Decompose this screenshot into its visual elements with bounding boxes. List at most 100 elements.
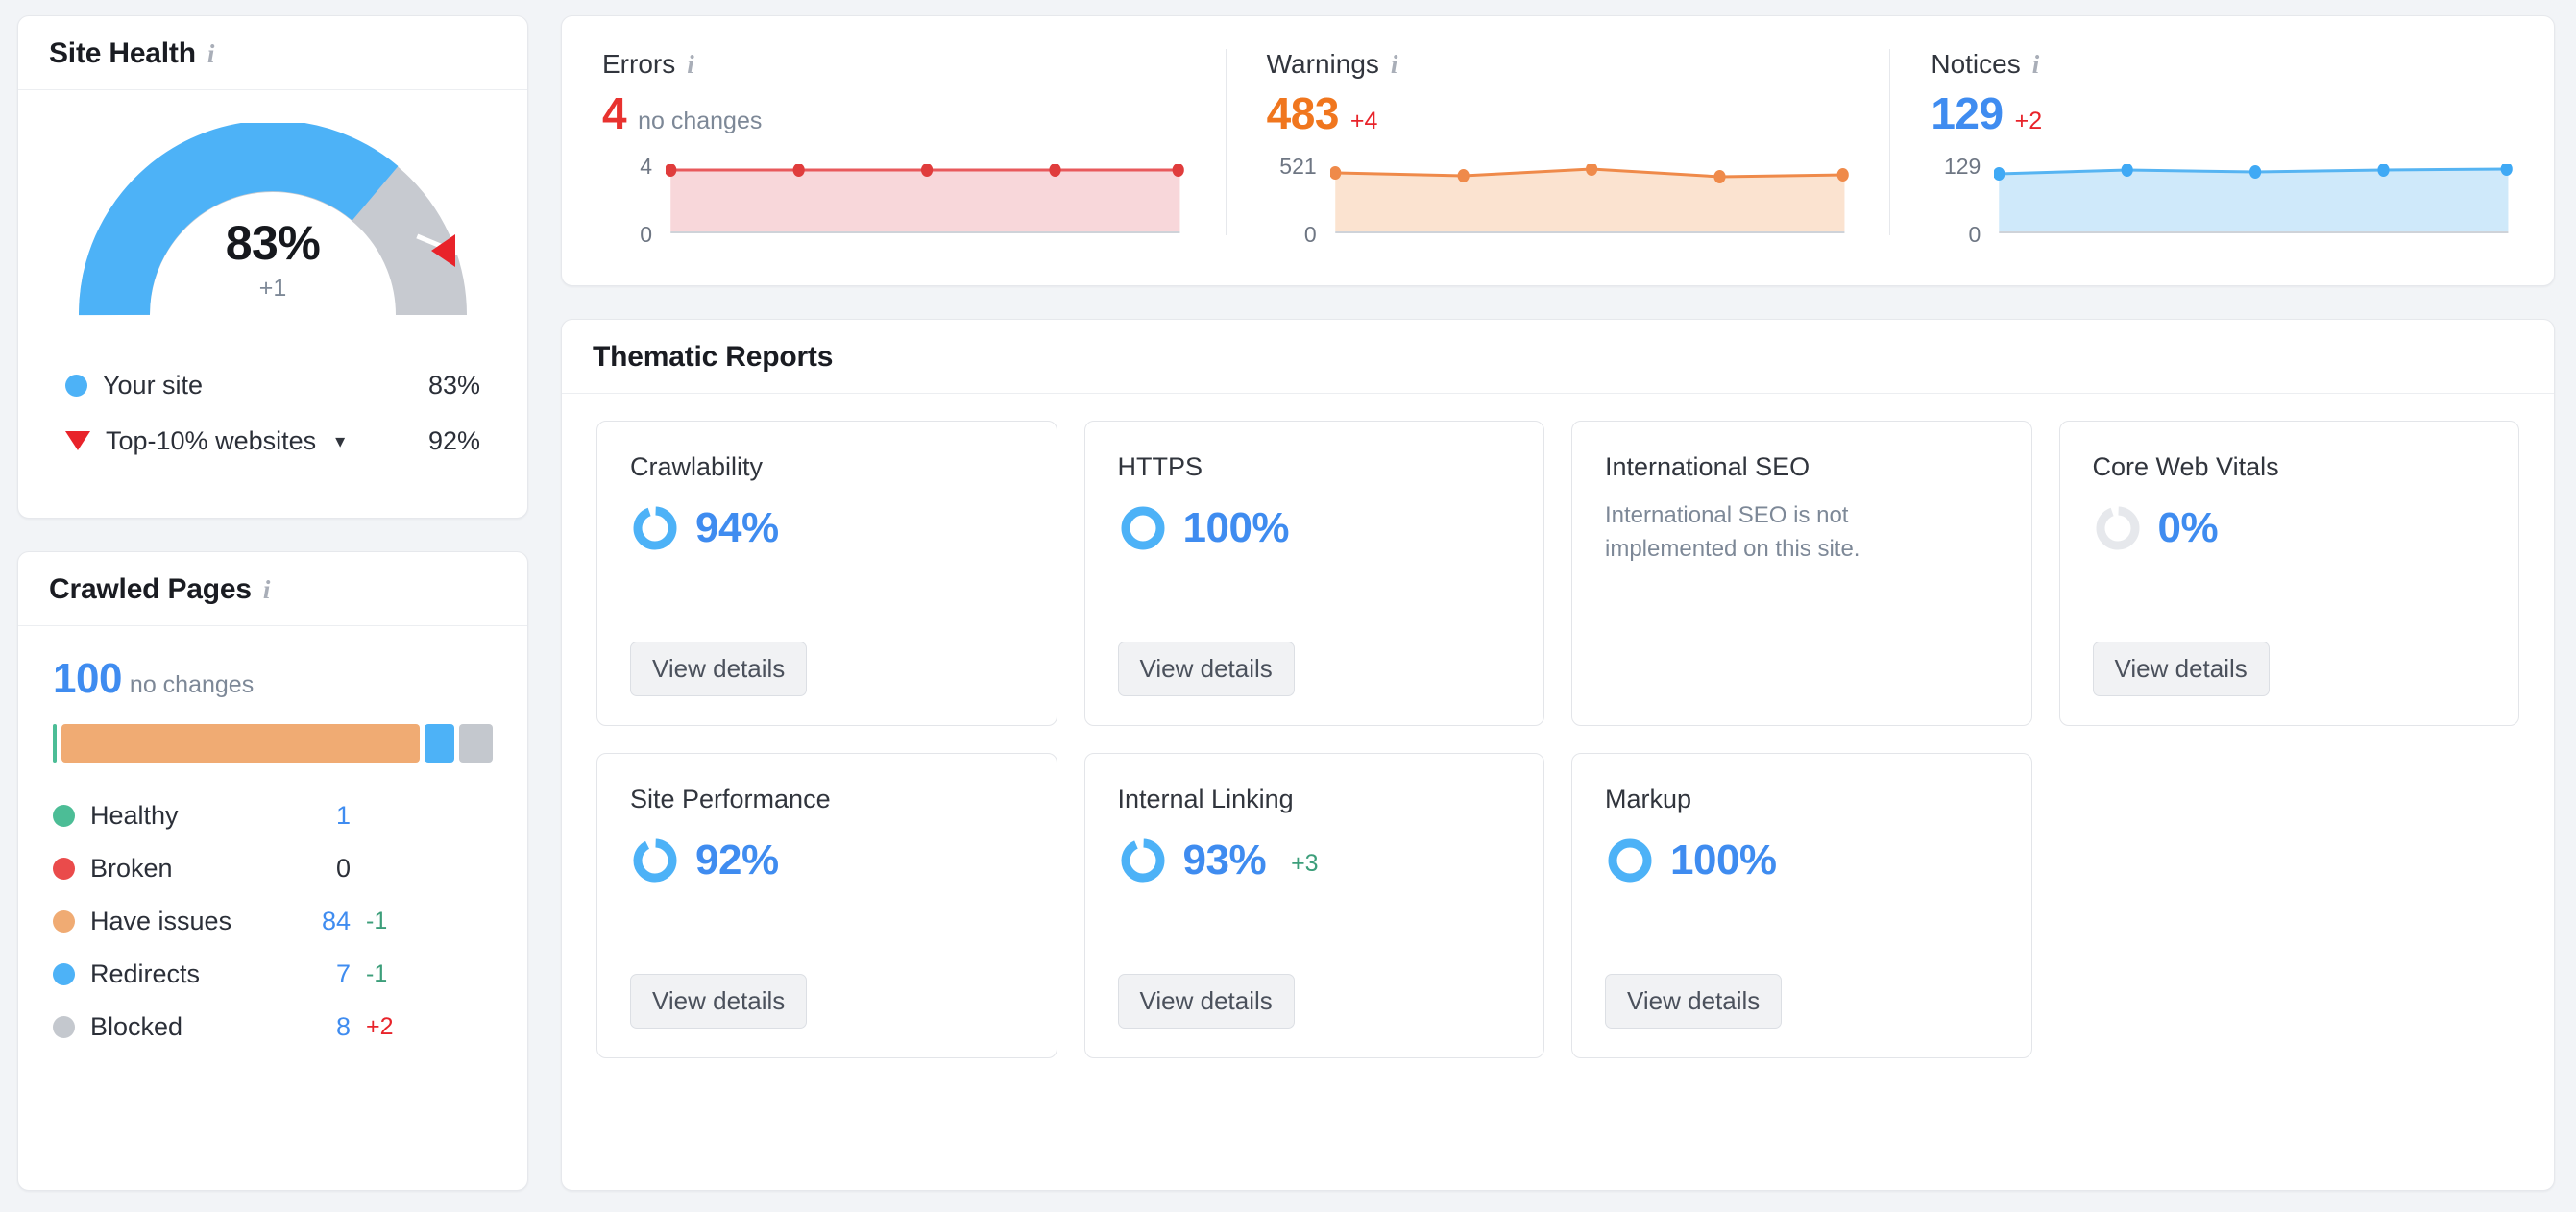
thematic-card-crawlability[interactable]: Crawlability 94% View details xyxy=(596,421,1057,726)
progress-ring-icon xyxy=(2096,506,2139,550)
crawled-label-blocked: Blocked xyxy=(90,1012,183,1041)
thematic-card-markup[interactable]: Markup 100% View details xyxy=(1571,753,2032,1058)
thematic-reports-card: Thematic Reports Crawlability 94% View d… xyxy=(561,319,2555,1191)
site-health-card: Site Health i 83% +1 Your site 83% Top-1… xyxy=(17,15,528,519)
broken-dot-icon xyxy=(53,858,75,880)
errors-count: 4 xyxy=(602,88,627,138)
view-details-button-https[interactable]: View details xyxy=(1117,642,1295,696)
crawled-row-blocked[interactable]: Blocked 8 +2 xyxy=(53,1001,493,1054)
errors-sparkline: 4 0 xyxy=(602,154,1185,247)
issue-panel-errors[interactable]: Errors i 4 no changes 4 0 xyxy=(562,49,1226,247)
warnings-header: Warnings i xyxy=(1267,49,1850,80)
crawled-pages-title: Crawled Pages xyxy=(49,573,252,605)
legend-row-top-10-websites[interactable]: Top-10% websites ▾ 92% xyxy=(65,413,480,469)
stack-segment-healthy[interactable] xyxy=(53,724,58,763)
legend-row-your-site: Your site 83% xyxy=(65,357,480,413)
progress-ring-icon xyxy=(633,506,677,550)
issues-summary-card: Errors i 4 no changes 4 0 Warnings i 483… xyxy=(561,15,2555,286)
notices-delta: +2 xyxy=(2014,108,2043,134)
notices-sparkline: 129 0 xyxy=(1931,154,2514,247)
errors-delta: no changes xyxy=(638,108,763,134)
thematic-score-https: 100% xyxy=(1118,503,1512,553)
redirects-dot-icon xyxy=(53,963,75,985)
chevron-down-icon[interactable]: ▾ xyxy=(335,429,345,453)
crawled-label-have-issues: Have issues xyxy=(90,907,232,935)
thematic-score-internal-linking: 93% +3 xyxy=(1118,836,1512,885)
notices-plot xyxy=(1994,164,2514,235)
issue-panel-notices[interactable]: Notices i 129 +2 129 0 xyxy=(1889,49,2554,247)
view-details-button-markup[interactable]: View details xyxy=(1605,974,1783,1029)
legend-value-your-site: 83% xyxy=(427,370,480,400)
info-icon[interactable]: i xyxy=(687,51,694,78)
thematic-card-internal-linking[interactable]: Internal Linking 93% +3 View details xyxy=(1083,753,1544,1058)
seo-audit-overview: Site Health i 83% +1 Your site 83% Top-1… xyxy=(0,0,2576,1212)
site-health-legend: Your site 83% Top-10% websites ▾ 92% xyxy=(65,357,480,469)
warnings-delta: +4 xyxy=(1349,108,1378,134)
thematic-card-core-web-vitals[interactable]: Core Web Vitals 0% View details xyxy=(2058,421,2519,726)
thematic-score-markup: 100% xyxy=(1605,836,1999,885)
gauge-center-label: 83% +1 xyxy=(79,215,467,303)
errors-header: Errors i xyxy=(602,49,1185,80)
thematic-percent-internal-linking: 93% xyxy=(1182,836,1267,884)
thematic-card-https[interactable]: HTTPS 100% View details xyxy=(1083,421,1544,726)
notices-label: Notices xyxy=(1931,49,2021,79)
errors-axis: 4 0 xyxy=(602,154,666,247)
notices-axis-top: 129 xyxy=(1943,154,1981,179)
progress-ring-icon xyxy=(1121,506,1164,550)
view-details-button-site-performance[interactable]: View details xyxy=(630,974,808,1029)
legend-label-top-10-websites: Top-10% websites xyxy=(106,425,317,455)
info-icon[interactable]: i xyxy=(263,576,271,603)
site-health-score: 83% xyxy=(225,216,321,270)
crawled-label-redirects: Redirects xyxy=(90,959,201,988)
right-column: Errors i 4 no changes 4 0 Warnings i 483… xyxy=(561,15,2555,1191)
crawled-row-healthy[interactable]: Healthy 1 xyxy=(53,789,493,842)
crawled-row-have-issues[interactable]: Have issues 84 -1 xyxy=(53,895,493,948)
crawled-delta-blocked: +2 xyxy=(366,1013,394,1040)
errors-value-row: 4 no changes xyxy=(602,87,1185,139)
legend-value-top-10-websites: 92% xyxy=(427,425,480,455)
crawled-pages-total-sub: no changes xyxy=(129,671,255,698)
errors-axis-bottom: 0 xyxy=(640,222,652,247)
stack-segment-blocked[interactable] xyxy=(458,724,494,763)
site-health-title: Site Health xyxy=(49,37,196,69)
thematic-score-core-web-vitals: 0% xyxy=(2093,503,2487,553)
healthy-dot-icon xyxy=(53,805,75,827)
thematic-name-markup: Markup xyxy=(1605,785,1692,813)
issue-panel-warnings[interactable]: Warnings i 483 +4 521 0 xyxy=(1225,49,1890,247)
thematic-card-site-performance[interactable]: Site Performance 92% View details xyxy=(596,753,1057,1058)
thematic-reports-body: Crawlability 94% View details HTTPS 100%… xyxy=(562,394,2554,1093)
blocked-dot-icon xyxy=(53,1016,75,1038)
crawled-pages-legend: Healthy 1 Broken 0 Have issues 84 -1 Red… xyxy=(53,789,493,1054)
crawled-value-redirects: 7 xyxy=(335,959,351,988)
crawled-label-healthy: Healthy xyxy=(90,801,179,830)
crawled-row-redirects[interactable]: Redirects 7 -1 xyxy=(53,948,493,1001)
site-health-header: Site Health i xyxy=(18,16,527,90)
thematic-reports-header: Thematic Reports xyxy=(562,320,2554,394)
crawled-row-broken[interactable]: Broken 0 xyxy=(53,842,493,895)
crawled-pages-total: 100 xyxy=(53,655,122,702)
view-details-button-crawlability[interactable]: View details xyxy=(630,642,808,696)
info-icon[interactable]: i xyxy=(2032,51,2040,78)
thematic-score-site-performance: 92% xyxy=(630,836,1024,885)
site-health-gauge-wrap: 83% +1 Your site 83% Top-10% websites ▾ … xyxy=(18,90,527,469)
triangle-down-icon xyxy=(65,431,90,450)
stack-segment-redirects[interactable] xyxy=(424,724,454,763)
info-icon[interactable]: i xyxy=(1391,51,1398,78)
thematic-row-2: Site Performance 92% View details Intern… xyxy=(596,753,2519,1058)
thematic-percent-markup: 100% xyxy=(1670,836,1777,884)
crawled-value-have-issues: 84 xyxy=(321,907,351,935)
stack-segment-have-issues[interactable] xyxy=(61,724,420,763)
info-icon[interactable]: i xyxy=(207,40,215,67)
view-details-button-internal-linking[interactable]: View details xyxy=(1117,974,1295,1029)
crawled-delta-redirects: -1 xyxy=(366,960,388,987)
thematic-percent-crawlability: 94% xyxy=(695,504,779,551)
progress-ring-icon xyxy=(1121,838,1164,883)
issues-strip: Errors i 4 no changes 4 0 Warnings i 483… xyxy=(562,16,2554,285)
thematic-card-international-seo[interactable]: International SEO International SEO is n… xyxy=(1571,421,2032,726)
errors-axis-top: 4 xyxy=(640,154,652,179)
crawled-pages-total-row: 100 no changes xyxy=(53,655,493,703)
notices-axis: 129 0 xyxy=(1931,154,1994,247)
view-details-button-core-web-vitals[interactable]: View details xyxy=(2092,642,2270,696)
thematic-delta-internal-linking: +3 xyxy=(1291,850,1319,877)
warnings-value-row: 483 +4 xyxy=(1267,87,1850,139)
